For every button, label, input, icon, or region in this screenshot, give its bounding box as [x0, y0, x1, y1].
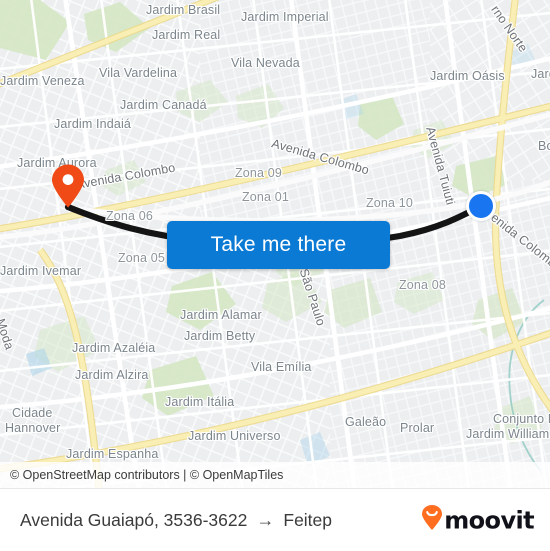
map-canvas[interactable]: Jardim Brasil Jardim Imperial Jardim Real V…: [0, 0, 550, 488]
moovit-route-card: Jardim Brasil Jardim Imperial Jardim Real V…: [0, 0, 550, 551]
route-footer: Avenida Guaiapó, 3536-3622 → Feitep moov…: [0, 488, 550, 551]
arrow-right-icon: →: [256, 510, 275, 530]
moovit-wordmark: moovit: [444, 506, 534, 534]
moovit-logo[interactable]: moovit: [421, 505, 535, 536]
route-origin-label: Avenida Guaiapó, 3536-3622: [20, 509, 248, 530]
attribution-text[interactable]: © OpenStreetMap contributors | © OpenMap…: [0, 468, 283, 482]
moovit-pin-icon: [421, 505, 443, 536]
destination-dot[interactable]: [466, 191, 496, 221]
map-attribution: © OpenStreetMap contributors | © OpenMap…: [0, 462, 550, 488]
take-me-there-button[interactable]: Take me there: [167, 221, 390, 269]
route-destination-label: Feitep: [283, 509, 333, 530]
origin-pin[interactable]: [51, 164, 85, 208]
route-summary: Avenida Guaiapó, 3536-3622 → Feitep: [0, 510, 332, 531]
